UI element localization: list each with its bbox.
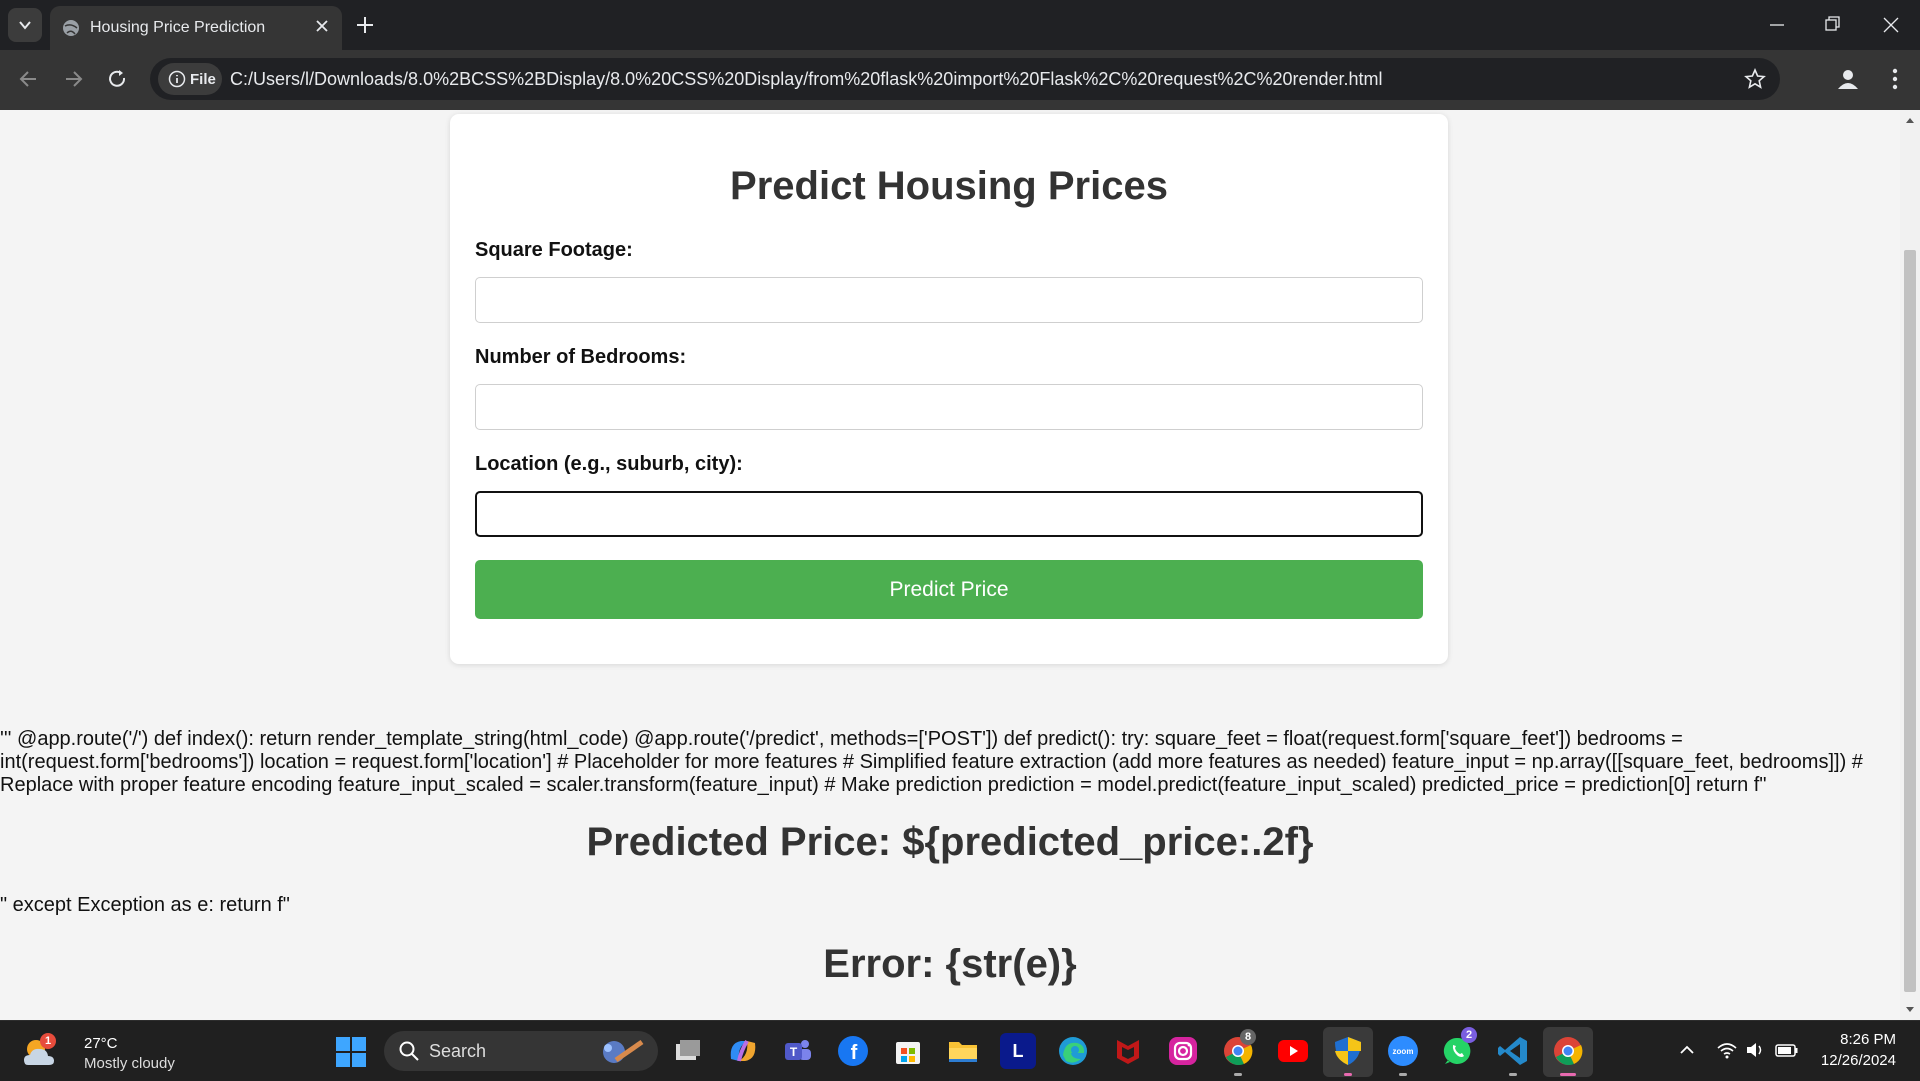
tab-title: Housing Price Prediction	[90, 19, 266, 36]
l-app-icon[interactable]: L	[1000, 1033, 1036, 1069]
volume-icon[interactable]	[1745, 1041, 1765, 1059]
restore-icon[interactable]	[1824, 12, 1842, 38]
file-explorer-icon[interactable]	[945, 1033, 981, 1069]
mcafee-icon[interactable]	[1110, 1033, 1146, 1069]
windows-security-icon[interactable]	[1330, 1033, 1366, 1069]
copilot-icon[interactable]	[725, 1033, 761, 1069]
chrome-active-indicator	[1560, 1073, 1576, 1076]
back-arrow-icon[interactable]	[16, 66, 42, 92]
vscode-running-indicator	[1509, 1073, 1517, 1076]
clock-date[interactable]: 12/26/2024	[1810, 1052, 1896, 1069]
chrome-running-indicator	[1234, 1073, 1242, 1076]
close-window-icon[interactable]	[1882, 12, 1900, 38]
page-scrollbar[interactable]	[1900, 110, 1920, 1020]
page-title: Predict Housing Prices	[730, 164, 1168, 208]
weather-alert-badge: 1	[40, 1033, 56, 1049]
chrome-profile-badge: 8	[1240, 1029, 1256, 1045]
task-view-icon[interactable]	[670, 1033, 706, 1069]
tray-overflow-chevron-icon[interactable]	[1678, 1041, 1696, 1059]
site-info-label: File	[190, 70, 216, 88]
prediction-form-card: Predict Housing Prices Square Footage: N…	[450, 114, 1448, 664]
new-tab-icon[interactable]	[352, 12, 378, 38]
reload-icon[interactable]	[104, 66, 130, 92]
chevron-down-icon	[19, 21, 31, 30]
error-heading: Error: {str(e)}	[823, 942, 1077, 986]
facebook-icon[interactable]: f	[835, 1033, 871, 1069]
browser-toolbar: File C:/Users/l/Downloads/8.0%2BCSS%2BDi…	[0, 50, 1920, 110]
search-highlight-icon	[603, 1039, 644, 1063]
bookmark-star-icon[interactable]	[1744, 68, 1766, 90]
teams-icon[interactable]: T	[780, 1033, 816, 1069]
search-label: Search	[429, 1041, 487, 1061]
youtube-icon[interactable]	[1275, 1033, 1311, 1069]
weather-temperature: 27°C	[84, 1035, 118, 1052]
raw-code-text: ''' @app.route('/') def index(): return …	[0, 728, 1863, 796]
svg-text:T: T	[790, 1045, 798, 1059]
browser-tab[interactable]: Housing Price Prediction	[50, 6, 342, 50]
address-bar[interactable]: File C:/Users/l/Downloads/8.0%2BCSS%2BDi…	[150, 58, 1780, 100]
weather-widget[interactable]: 1 27°C Mostly cloudy	[20, 1027, 175, 1075]
more-menu-icon[interactable]	[1882, 66, 1908, 92]
tab-search-button[interactable]	[8, 8, 42, 42]
predicted-price-heading: Predicted Price: ${predicted_price:.2f}	[586, 820, 1314, 864]
scroll-down-arrow-icon[interactable]	[1905, 1004, 1915, 1014]
clock-time[interactable]: 8:26 PM	[1820, 1031, 1896, 1048]
wifi-icon[interactable]	[1717, 1041, 1737, 1059]
scrollbar-thumb[interactable]	[1904, 250, 1916, 992]
location-label: Location (e.g., suburb, city):	[475, 453, 743, 475]
search-icon	[399, 1041, 419, 1061]
instagram-icon[interactable]	[1165, 1033, 1201, 1069]
info-icon	[168, 70, 186, 88]
forward-arrow-icon[interactable]	[60, 66, 86, 92]
taskbar-search[interactable]: Search	[384, 1031, 658, 1071]
scroll-up-arrow-icon[interactable]	[1905, 116, 1915, 126]
svg-text:zoom: zoom	[1393, 1047, 1414, 1056]
bedrooms-input[interactable]	[475, 384, 1423, 430]
battery-icon[interactable]	[1775, 1041, 1799, 1059]
profile-icon[interactable]	[1835, 66, 1861, 92]
bedrooms-label: Number of Bedrooms:	[475, 346, 687, 368]
location-input[interactable]	[475, 491, 1423, 537]
square-footage-input[interactable]	[475, 277, 1423, 323]
zoom-running-indicator	[1399, 1073, 1407, 1076]
url-text[interactable]: C:/Users/l/Downloads/8.0%2BCSS%2BDisplay…	[230, 69, 1383, 90]
weather-description: Mostly cloudy	[84, 1055, 175, 1072]
edge-icon[interactable]	[1055, 1033, 1091, 1069]
site-info-chip[interactable]: File	[158, 63, 222, 95]
microsoft-store-icon[interactable]	[890, 1033, 926, 1069]
chrome-active-icon[interactable]	[1550, 1033, 1586, 1069]
browser-tab-strip: Housing Price Prediction	[0, 0, 1920, 50]
except-code-text: " except Exception as e: return f"	[0, 894, 290, 916]
svg-text:f: f	[851, 1042, 858, 1064]
whatsapp-badge: 2	[1461, 1027, 1477, 1043]
windows-taskbar: 1 27°C Mostly cloudy Search T f L 8 zoom…	[0, 1020, 1920, 1081]
square-footage-label: Square Footage:	[475, 239, 633, 261]
zoom-icon[interactable]: zoom	[1385, 1033, 1421, 1069]
security-running-indicator	[1344, 1073, 1352, 1076]
predict-price-button[interactable]: Predict Price	[475, 560, 1423, 619]
vscode-icon[interactable]	[1495, 1033, 1531, 1069]
minimize-icon[interactable]	[1768, 12, 1786, 38]
close-tab-icon[interactable]	[314, 18, 330, 34]
windows-start-icon[interactable]	[335, 1036, 367, 1068]
page-viewport: Predict Housing Prices Square Footage: N…	[0, 110, 1900, 1020]
globe-icon	[63, 20, 79, 36]
